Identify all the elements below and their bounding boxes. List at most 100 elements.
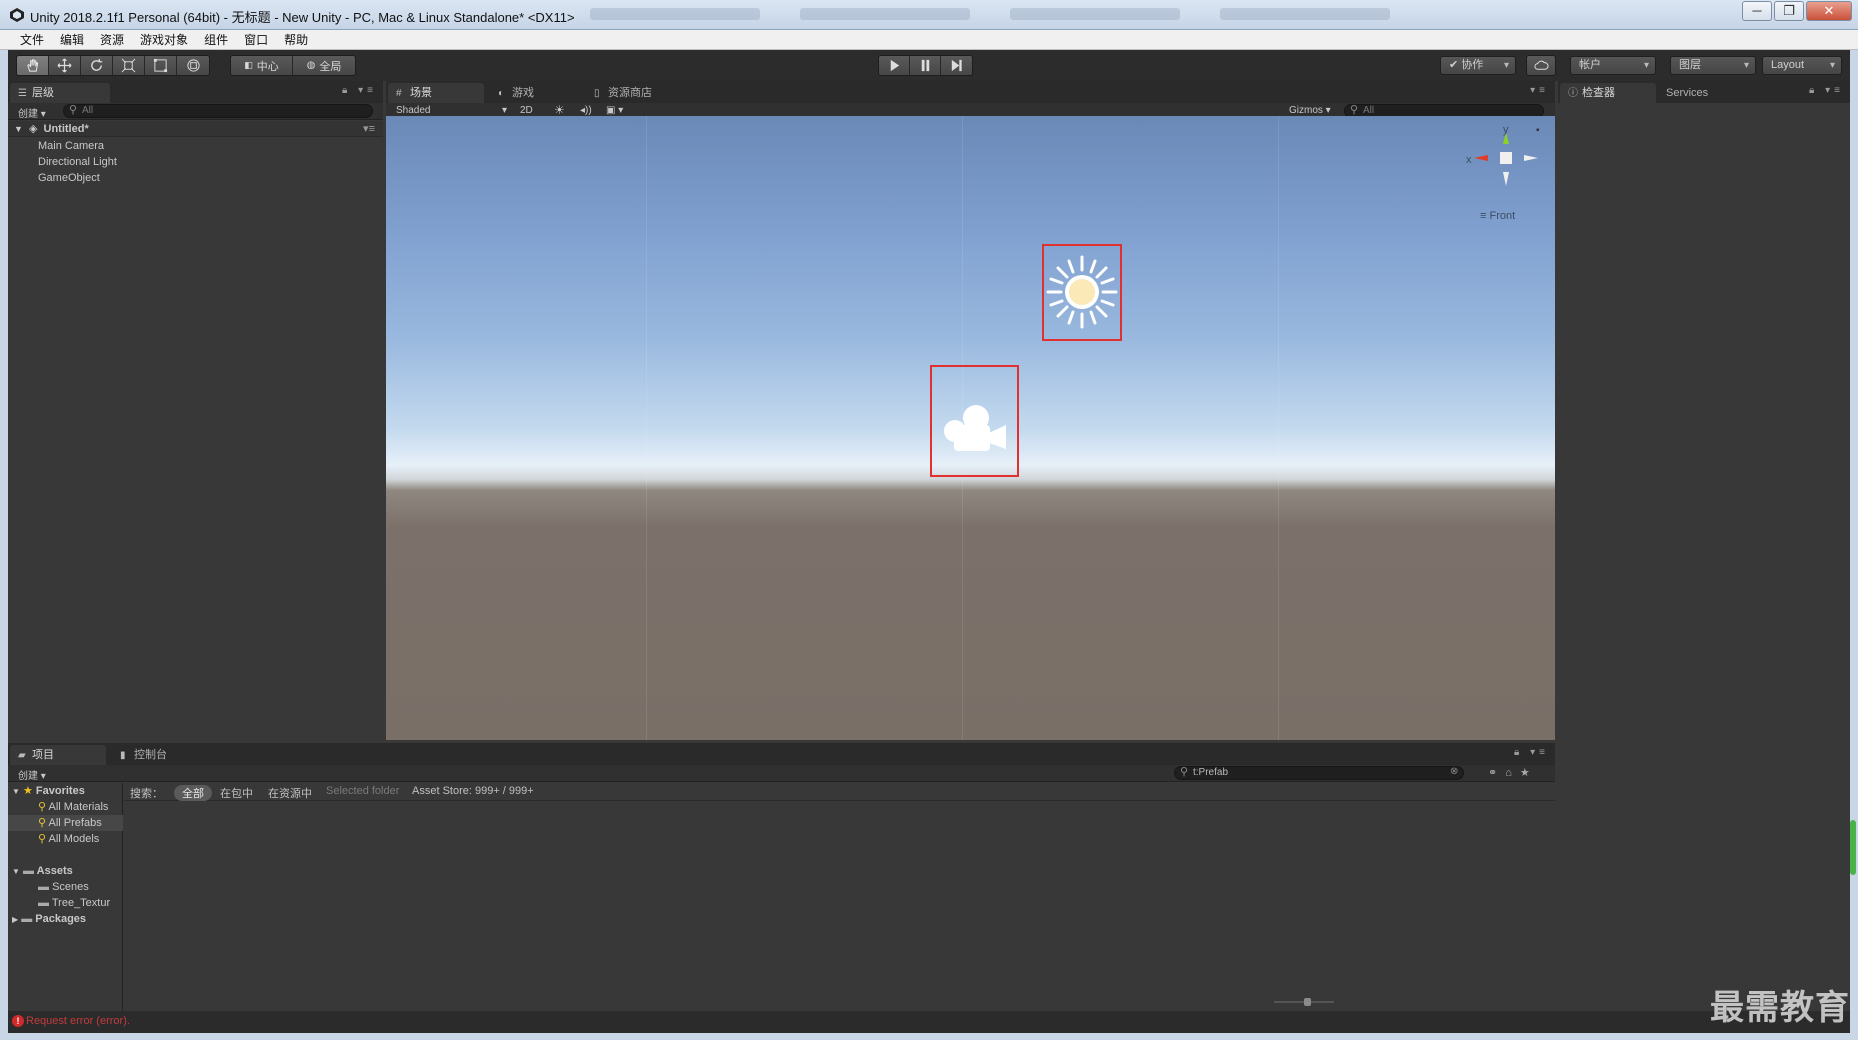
neg-x-axis-cone[interactable] xyxy=(1524,155,1538,161)
neg-y-axis-cone[interactable] xyxy=(1503,172,1509,186)
menu-bar: 文件 编辑 资源 游戏对象 组件 窗口 帮助 xyxy=(0,30,1858,50)
shading-mode-dropdown[interactable]: Shaded ▾ xyxy=(396,105,507,116)
project-create-dropdown[interactable]: 创建 ▾ xyxy=(18,767,46,782)
pivot-global-button[interactable]: ◍ 全局 xyxy=(293,56,355,75)
toggle-2d-button[interactable]: 2D xyxy=(520,105,533,116)
tab-hierarchy[interactable]: ☰ 层级 xyxy=(10,83,110,103)
search-icon: ⚲ xyxy=(38,833,47,845)
camera-icon[interactable] xyxy=(942,403,1008,453)
assets-row[interactable]: ▼ ▬ Assets xyxy=(8,863,73,879)
minimize-button[interactable]: ─ xyxy=(1742,1,1772,21)
orientation-text: Front xyxy=(1489,210,1516,222)
tab-console[interactable]: ▮ 控制台 xyxy=(112,745,179,765)
scope-assets-button[interactable]: 在资源中 xyxy=(268,785,312,801)
tab-scene[interactable]: # 场景 xyxy=(388,83,484,103)
rotate-tool-button[interactable] xyxy=(81,56,113,75)
panel-menu-icon[interactable]: ▾≡ xyxy=(1530,85,1549,96)
clear-search-icon[interactable]: ⊗ xyxy=(1450,766,1458,777)
transform-tool-button[interactable] xyxy=(177,56,209,75)
create-label: 创建 xyxy=(18,109,38,120)
menu-gameobject[interactable]: 游戏对象 xyxy=(134,31,194,48)
scope-selected-folder-button[interactable]: Selected folder xyxy=(326,785,399,797)
close-button[interactable]: ✕ xyxy=(1806,1,1852,21)
pivot-toggles: ◧ 中心 ◍ 全局 xyxy=(230,55,356,76)
menu-edit[interactable]: 编辑 xyxy=(54,31,90,48)
search-scope-bar: 搜索： 全部 在包中 在资源中 Selected folder Asset St… xyxy=(124,783,1555,801)
project-create-label: 创建 xyxy=(18,771,38,782)
step-button[interactable] xyxy=(941,56,972,75)
step-icon xyxy=(951,59,962,72)
menu-component[interactable]: 组件 xyxy=(198,31,234,48)
icon-size-slider[interactable] xyxy=(1274,998,1334,1006)
hand-tool-button[interactable] xyxy=(17,56,49,75)
favorites-row[interactable]: ▼ ★ Favorites xyxy=(8,783,85,799)
gizmos-dropdown[interactable]: Gizmos ▾ xyxy=(1289,105,1331,116)
search-icon: ⚲ xyxy=(38,817,47,829)
maximize-button[interactable]: ❐ xyxy=(1774,1,1804,21)
scene-menu-icon[interactable]: ▾≡ xyxy=(363,121,375,137)
slider-thumb[interactable] xyxy=(1304,998,1311,1006)
scene-row[interactable]: ▼ ◈ Untitled* ▾≡ xyxy=(8,121,383,137)
pause-button[interactable] xyxy=(910,56,941,75)
collab-label: 协作 xyxy=(1461,59,1484,71)
window-frame-left xyxy=(0,30,8,1040)
scene-viewport[interactable]: y x ▪ ≡ Front xyxy=(386,116,1555,740)
x-axis-cone[interactable] xyxy=(1474,155,1488,161)
panel-menu-icon[interactable]: 🔒︎ ▾≡ xyxy=(1809,85,1844,96)
menu-file[interactable]: 文件 xyxy=(14,31,50,48)
scope-packages-button[interactable]: 在包中 xyxy=(220,785,253,801)
favorites-label: Favorites xyxy=(35,785,85,797)
gizmo-center-cube[interactable] xyxy=(1500,152,1512,164)
menu-window[interactable]: 窗口 xyxy=(238,31,274,48)
asset-folder[interactable]: ▬ Tree_Textur xyxy=(8,895,110,911)
panel-menu-icon[interactable]: 🔒︎ ▾≡ xyxy=(342,85,377,96)
rect-tool-button[interactable] xyxy=(145,56,177,75)
main-toolbar: ◧ 中心 ◍ 全局 ✔ 协作 帐户 图层 Layout xyxy=(8,50,1850,81)
layers-dropdown[interactable]: 图层 xyxy=(1670,56,1756,75)
cloud-button[interactable] xyxy=(1527,56,1555,75)
lighting-icon[interactable]: ☀ xyxy=(554,103,565,117)
hierarchy-panel: ☰ 层级 🔒︎ ▾≡ 创建 ▾ All ▼ ◈ Untitled* ▾≡ Main… xyxy=(8,81,383,740)
filter-icons[interactable]: ⚭⌂★ xyxy=(1488,766,1538,779)
layout-dropdown[interactable]: Layout xyxy=(1762,56,1842,75)
tab-game[interactable]: ◐ 游戏 xyxy=(490,83,546,103)
account-dropdown[interactable]: 帐户 xyxy=(1570,56,1656,75)
tab-services[interactable]: Services xyxy=(1658,83,1720,103)
scope-all-button[interactable]: 全部 xyxy=(174,785,212,801)
favorite-item-selected[interactable]: ⚲ All Prefabs xyxy=(8,815,123,831)
packages-row[interactable]: ▶ ▬ Packages xyxy=(8,911,86,927)
effects-icon[interactable]: ▣ ▾ xyxy=(606,105,623,116)
asset-store-count[interactable]: Asset Store: 999+ / 999+ xyxy=(412,785,534,797)
audio-icon[interactable]: ◂)) xyxy=(580,105,592,116)
tab-inspector[interactable]: ⓘ 检查器 xyxy=(1560,83,1656,103)
play-icon xyxy=(890,59,899,72)
hierarchy-search-input[interactable]: All xyxy=(63,104,373,118)
tab-asset-store[interactable]: ▯ 资源商店 xyxy=(586,83,664,103)
pivot-global-label: 全局 xyxy=(319,60,342,73)
menu-help[interactable]: 帮助 xyxy=(278,31,314,48)
tab-project[interactable]: ▰ 项目 xyxy=(10,745,106,765)
favorite-item[interactable]: ⚲ All Materials xyxy=(8,799,108,815)
hierarchy-item[interactable]: GameObject xyxy=(8,170,383,186)
play-button[interactable] xyxy=(879,56,910,75)
pivot-center-button[interactable]: ◧ 中心 xyxy=(231,56,293,75)
favorite-item[interactable]: ⚲ All Models xyxy=(8,831,99,847)
status-error-text[interactable]: Request error (error). xyxy=(26,1015,130,1027)
lock-icon[interactable]: ▪ xyxy=(1536,125,1540,136)
star-icon: ★ xyxy=(22,785,33,797)
check-icon: ✔ xyxy=(1449,59,1459,71)
asset-folder[interactable]: ▬ Scenes xyxy=(8,879,89,895)
hierarchy-item[interactable]: Main Camera xyxy=(8,138,383,154)
hierarchy-toolbar: 创建 ▾ All xyxy=(8,103,383,120)
menu-assets[interactable]: 资源 xyxy=(94,31,130,48)
panel-menu-icon[interactable]: 🔒︎ ▾≡ xyxy=(1514,747,1549,758)
move-tool-button[interactable] xyxy=(49,56,81,75)
project-search-input[interactable]: t:Prefab xyxy=(1174,766,1464,780)
collapse-arrow-icon: ▶ xyxy=(12,915,19,924)
scale-tool-button[interactable] xyxy=(113,56,145,75)
view-orientation-label[interactable]: ≡ Front xyxy=(1480,210,1515,222)
create-dropdown[interactable]: 创建 ▾ xyxy=(18,105,46,120)
sun-icon[interactable] xyxy=(1046,252,1118,332)
hierarchy-item[interactable]: Directional Light xyxy=(8,154,383,170)
collab-dropdown[interactable]: ✔ 协作 xyxy=(1440,56,1516,75)
